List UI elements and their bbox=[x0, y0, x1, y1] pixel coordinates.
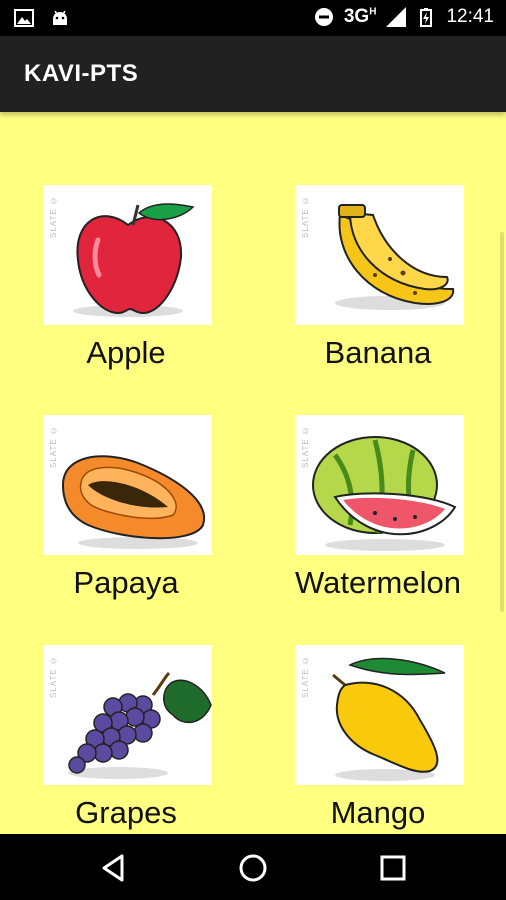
status-bar: 3GH 12:41 bbox=[0, 0, 506, 36]
fruit-label-watermelon: Watermelon bbox=[295, 565, 461, 600]
fruit-image-apple[interactable]: SLATE © bbox=[43, 185, 212, 325]
fruit-label-papaya: Papaya bbox=[73, 565, 179, 600]
fruit-label-grapes: Grapes bbox=[75, 795, 177, 830]
watermelon-icon bbox=[312, 436, 457, 551]
network-type: 3GH bbox=[343, 6, 377, 27]
gallery-notification-icon bbox=[14, 9, 34, 27]
scrollbar[interactable] bbox=[500, 232, 504, 612]
fruit-image-watermelon[interactable]: SLATE © bbox=[295, 415, 464, 555]
mango-icon bbox=[332, 657, 446, 781]
grapes-icon bbox=[68, 671, 212, 779]
navigation-bar bbox=[0, 834, 506, 900]
fruit-label-mango: Mango bbox=[330, 795, 426, 830]
app-title: KAVI-PTS bbox=[24, 60, 139, 87]
fruit-image-banana[interactable]: SLATE © bbox=[295, 185, 464, 325]
fruit-label-apple: Apple bbox=[86, 335, 166, 370]
fruit-image-mango[interactable]: SLATE © bbox=[295, 645, 464, 785]
clock: 12:41 bbox=[446, 6, 494, 27]
recents-icon[interactable] bbox=[373, 848, 413, 888]
battery-charging-icon bbox=[420, 8, 433, 27]
android-notification-icon bbox=[53, 10, 67, 25]
fruit-image-grapes[interactable]: SLATE © bbox=[43, 645, 212, 785]
fruit-label-banana: Banana bbox=[324, 335, 432, 370]
fruit-image-papaya[interactable]: SLATE © bbox=[43, 415, 212, 555]
back-icon[interactable] bbox=[94, 848, 134, 888]
signal-icon bbox=[386, 7, 407, 27]
apple-icon bbox=[73, 203, 195, 317]
home-icon[interactable] bbox=[233, 848, 273, 888]
fruit-grid: SLATE © Apple SLATE © Banana SLATE © Pap… bbox=[0, 112, 506, 834]
papaya-icon bbox=[61, 455, 206, 549]
do-not-disturb-icon bbox=[314, 8, 333, 26]
app-bar: KAVI-PTS bbox=[0, 36, 506, 112]
banana-icon bbox=[335, 204, 455, 310]
